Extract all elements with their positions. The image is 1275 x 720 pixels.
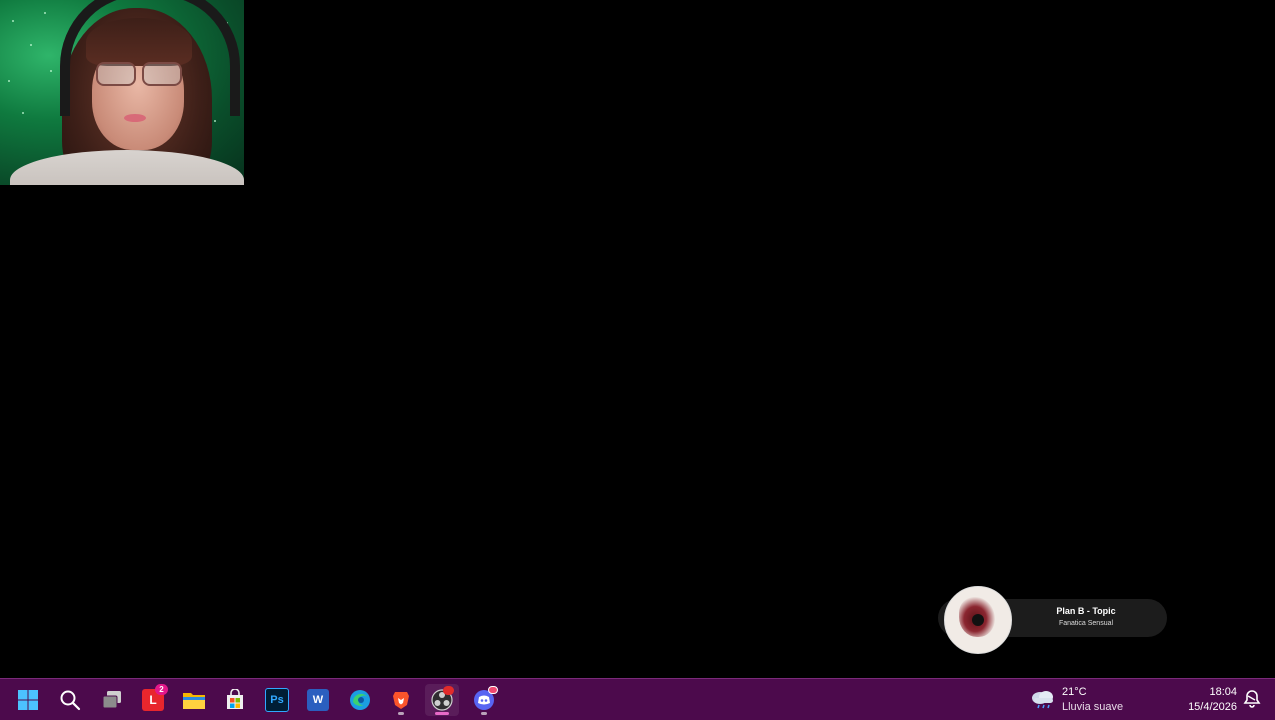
notification-badge: 2 — [155, 684, 168, 695]
photoshop-label: Ps — [270, 694, 284, 706]
clock-time: 18:04 — [1209, 686, 1237, 698]
album-art — [944, 586, 1012, 654]
taskbar-app-word[interactable]: W — [301, 684, 335, 716]
windows-start-icon — [18, 690, 38, 710]
microsoft-store-icon — [227, 689, 243, 709]
taskbar-app-photoshop[interactable]: Ps — [260, 684, 294, 716]
taskbar-app-edge[interactable] — [343, 684, 377, 716]
clock[interactable]: 18:04 15/4/2026 — [1157, 684, 1237, 715]
search-button[interactable] — [53, 684, 87, 716]
taskbar-app-lingq[interactable]: L 2 — [136, 684, 170, 716]
start-button[interactable] — [11, 684, 45, 716]
media-artist: Fanatica Sensual — [1058, 620, 1114, 627]
notification-center-button[interactable] — [1243, 689, 1261, 709]
cloud-rain-icon — [1032, 691, 1053, 709]
clock-date: 15/4/2026 — [1188, 701, 1237, 713]
media-info: Plan B - Topic Fanatica Sensual — [1010, 599, 1162, 637]
edge-icon — [350, 690, 370, 710]
desktop: Plan B - Topic Fanatica Sensual L 2 Ps W… — [0, 0, 1275, 720]
brave-icon — [393, 692, 409, 709]
task-view-icon — [102, 691, 121, 709]
taskbar-app-store[interactable] — [218, 684, 252, 716]
running-indicator — [435, 712, 449, 715]
search-icon — [60, 690, 81, 711]
media-title: Plan B - Topic — [1056, 606, 1116, 616]
running-indicator — [481, 712, 487, 715]
taskbar-app-file-explorer[interactable] — [177, 684, 211, 716]
notification-bell-icon — [1243, 690, 1261, 708]
taskbar-app-discord[interactable] — [467, 684, 501, 716]
weather-description: Lluvia suave — [1062, 701, 1124, 713]
recording-indicator — [443, 686, 454, 695]
taskbar-app-brave[interactable] — [384, 684, 418, 716]
word-label: W — [312, 694, 324, 706]
photoshop-icon: Ps — [265, 688, 289, 712]
file-explorer-icon — [183, 693, 205, 709]
word-icon: W — [307, 689, 329, 711]
webcam-overlay — [0, 0, 244, 185]
task-view-button[interactable] — [95, 684, 129, 716]
taskbar: L 2 Ps W — [0, 678, 1275, 720]
running-indicator — [398, 712, 404, 715]
weather-temperature: 21°C — [1062, 686, 1087, 698]
taskbar-app-obs[interactable] — [425, 684, 459, 716]
notification-dot — [488, 686, 498, 694]
